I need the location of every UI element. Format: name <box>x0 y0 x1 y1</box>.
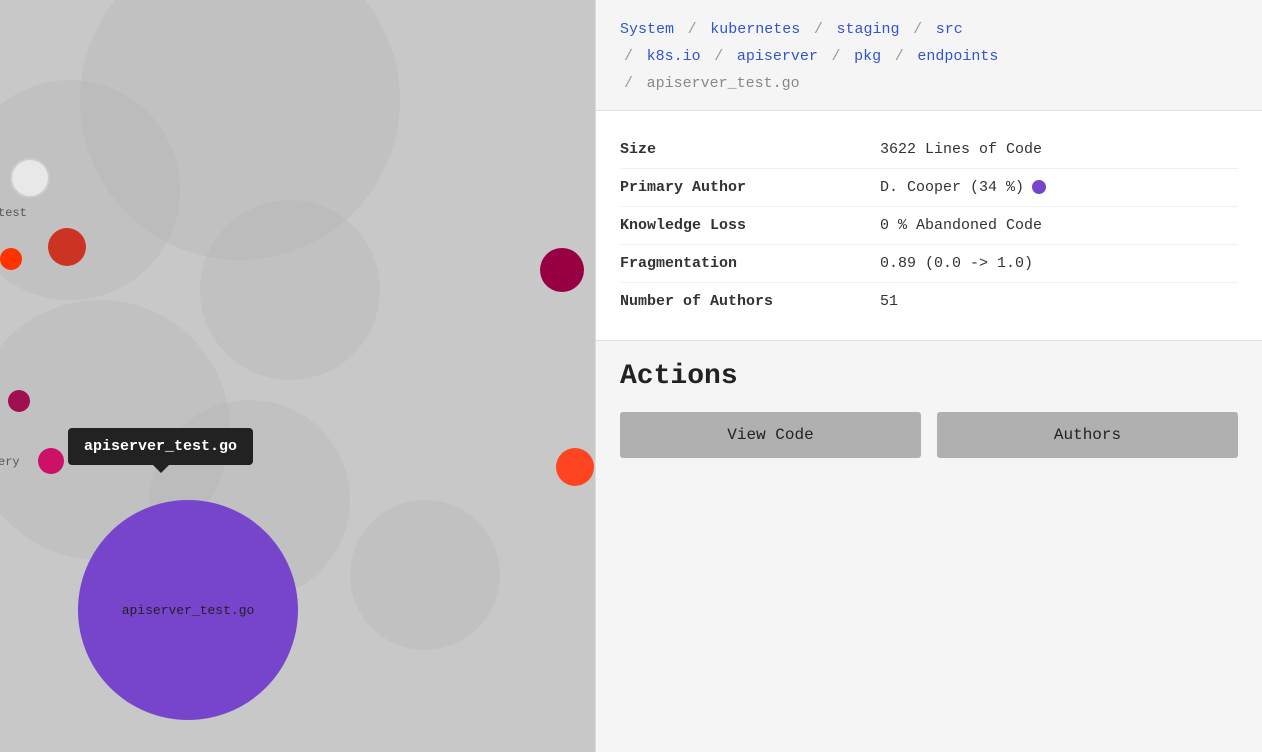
actions-buttons: View Code Authors <box>620 412 1238 458</box>
info-row-fragmentation: Fragmentation 0.89 (0.0 -> 1.0) <box>620 245 1238 283</box>
breadcrumb-src[interactable]: src <box>936 21 963 38</box>
actions-section: Actions View Code Authors <box>596 341 1262 478</box>
breadcrumb-staging[interactable]: staging <box>837 21 900 38</box>
info-row-knowledge-loss: Knowledge Loss 0 % Abandoned Code <box>620 207 1238 245</box>
label-fragmentation: Fragmentation <box>620 255 880 272</box>
sep-4: / <box>624 48 633 65</box>
breadcrumb-endpoints[interactable]: endpoints <box>917 48 998 65</box>
actions-title: Actions <box>620 361 1238 392</box>
sep-1: / <box>688 21 697 38</box>
breadcrumb: System / kubernetes / staging / src / k8… <box>596 0 1262 111</box>
label-primary-author: Primary Author <box>620 179 880 196</box>
sep-6: / <box>832 48 841 65</box>
sep-7: / <box>895 48 904 65</box>
label-size: Size <box>620 141 880 158</box>
label-knowledge-loss: Knowledge Loss <box>620 217 880 234</box>
visualization-panel: apiserver_test.go apiserver_test.go test… <box>0 0 595 752</box>
detail-panel: System / kubernetes / staging / src / k8… <box>595 0 1262 752</box>
dot-purple-main[interactable]: apiserver_test.go <box>78 500 298 720</box>
partial-label-ery: ery <box>0 455 20 469</box>
info-section: Size 3622 Lines of Code Primary Author D… <box>596 111 1262 341</box>
dot-white <box>10 158 50 198</box>
dot-orange-1 <box>0 248 22 270</box>
partial-label-test: test <box>0 206 27 220</box>
dot-maroon-1 <box>8 390 30 412</box>
purple-circle-label: apiserver_test.go <box>112 593 265 628</box>
breadcrumb-kubernetes[interactable]: kubernetes <box>710 21 800 38</box>
tooltip: apiserver_test.go <box>68 428 253 465</box>
author-color-dot <box>1032 180 1046 194</box>
sep-5: / <box>714 48 723 65</box>
sep-8: / <box>624 75 633 92</box>
sep-2: / <box>814 21 823 38</box>
breadcrumb-apiserver[interactable]: apiserver <box>737 48 818 65</box>
breadcrumb-pkg[interactable]: pkg <box>854 48 881 65</box>
breadcrumb-k8sio[interactable]: k8s.io <box>647 48 701 65</box>
value-num-authors: 51 <box>880 293 898 310</box>
value-size: 3622 Lines of Code <box>880 141 1042 158</box>
dot-red-1 <box>48 228 86 266</box>
label-num-authors: Number of Authors <box>620 293 880 310</box>
breadcrumb-current-file: apiserver_test.go <box>647 75 800 92</box>
value-primary-author: D. Cooper (34 %) <box>880 179 1046 196</box>
primary-author-text: D. Cooper (34 %) <box>880 179 1024 196</box>
value-fragmentation: 0.89 (0.0 -> 1.0) <box>880 255 1033 272</box>
dot-crimson <box>540 248 584 292</box>
value-knowledge-loss: 0 % Abandoned Code <box>880 217 1042 234</box>
sep-3: / <box>913 21 922 38</box>
authors-button[interactable]: Authors <box>937 412 1238 458</box>
info-row-size: Size 3622 Lines of Code <box>620 131 1238 169</box>
info-row-primary-author: Primary Author D. Cooper (34 %) <box>620 169 1238 207</box>
dot-orange-2 <box>556 448 594 486</box>
tooltip-text: apiserver_test.go <box>84 438 237 455</box>
breadcrumb-system[interactable]: System <box>620 21 674 38</box>
view-code-button[interactable]: View Code <box>620 412 921 458</box>
dot-pink-1 <box>38 448 64 474</box>
info-row-num-authors: Number of Authors 51 <box>620 283 1238 320</box>
